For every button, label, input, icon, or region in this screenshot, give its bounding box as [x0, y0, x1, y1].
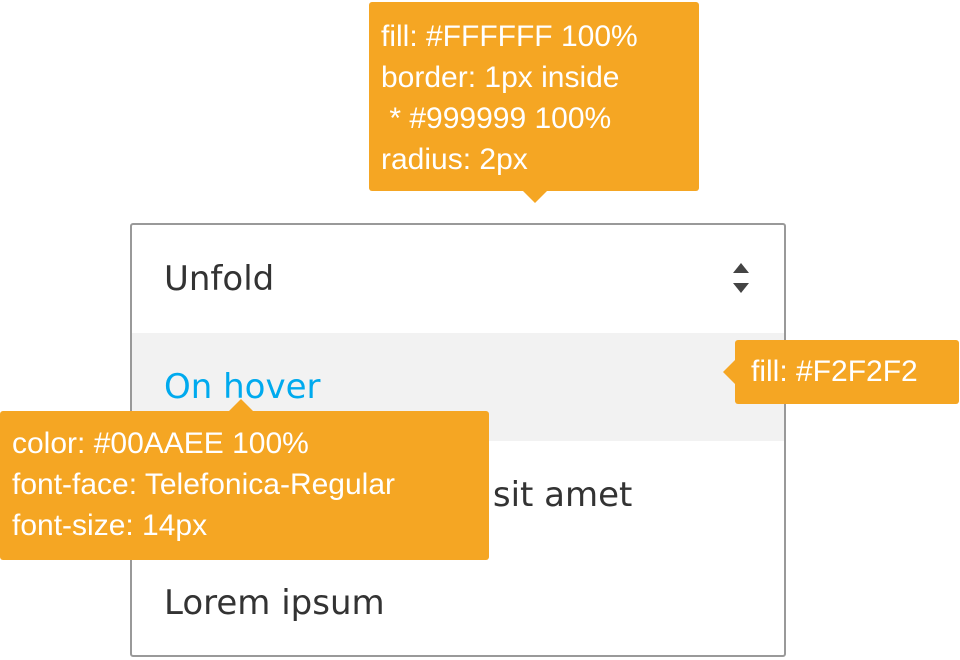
option-label: Lorem ipsum [164, 583, 385, 623]
dropdown-option[interactable]: Lorem ipsum [132, 549, 784, 657]
annotation-line: fill: #FFFFFF 100% [381, 20, 638, 53]
annotation-hover-text: color: #00AAEE 100% font-face: Telefonic… [0, 399, 489, 560]
dropdown-header-label: Unfold [164, 259, 275, 299]
annotation-line: * #999999 100% [381, 102, 612, 135]
annotation-hover-fill: fill: #F2F2F2 [723, 340, 959, 404]
annotation-container-style: fill: #FFFFFF 100% border: 1px inside * … [369, 2, 699, 203]
annotation-line: border: 1px inside [381, 61, 620, 94]
sort-updown-icon [733, 263, 749, 293]
annotation-line: fill: #F2F2F2 [751, 355, 918, 388]
annotation-line: color: #00AAEE 100% [12, 427, 309, 460]
annotation-line: radius: 2px [381, 143, 528, 176]
annotation-line: font-size: 14px [12, 509, 208, 542]
annotation-line: font-face: Telefonica-Regular [12, 468, 395, 501]
dropdown-header[interactable]: Unfold [132, 225, 784, 333]
